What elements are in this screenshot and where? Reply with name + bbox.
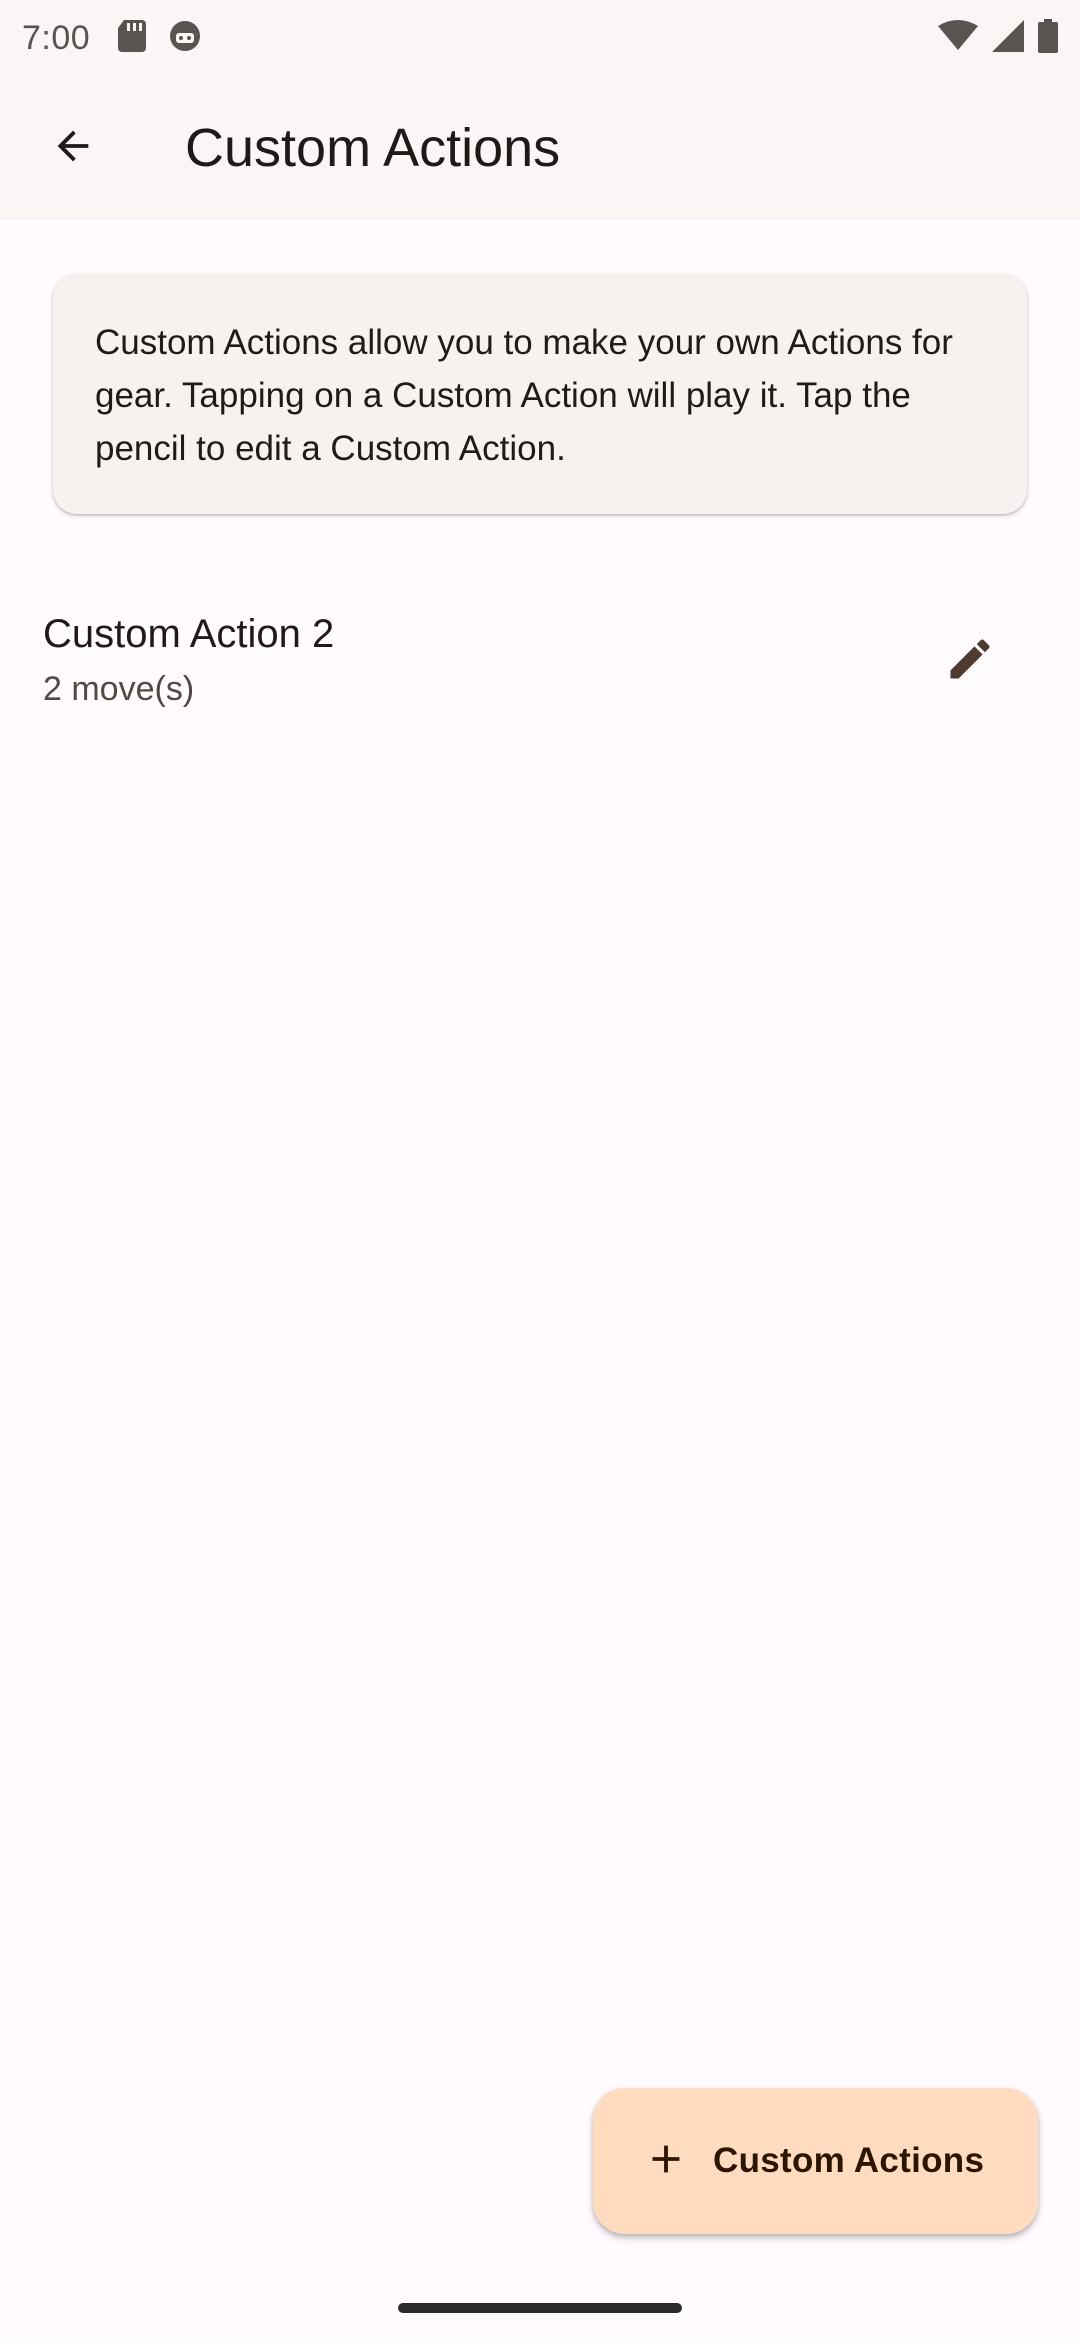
android-debug-icon (168, 19, 202, 58)
status-right-icons (938, 18, 1058, 58)
info-card: Custom Actions allow you to make your ow… (53, 274, 1027, 514)
custom-action-subtitle: 2 move(s) (43, 670, 195, 708)
app-bar: Custom Actions (0, 76, 1080, 220)
cellular-signal-icon (992, 19, 1024, 57)
pencil-edit-icon (944, 633, 996, 690)
page-title: Custom Actions (185, 118, 561, 178)
arrow-back-icon (50, 123, 96, 174)
add-custom-action-button[interactable]: Custom Actions (593, 2088, 1038, 2234)
wifi-icon (938, 19, 978, 57)
back-button[interactable] (25, 100, 121, 196)
status-time: 7:00 (22, 18, 91, 57)
gesture-navigation-handle[interactable] (398, 2303, 682, 2313)
plus-icon (643, 2136, 689, 2187)
status-bar: 7:00 (0, 0, 1080, 76)
status-left-icons (118, 19, 202, 58)
edit-custom-action-button[interactable] (922, 613, 1018, 709)
battery-icon (1038, 18, 1058, 58)
custom-action-texts: Custom Action 2 2 move(s) (43, 609, 334, 713)
custom-action-item[interactable]: Custom Action 2 2 move(s) (0, 585, 1080, 737)
info-text: Custom Actions allow you to make your ow… (95, 323, 953, 468)
sd-card-icon (118, 19, 147, 57)
fab-label: Custom Actions (713, 2141, 985, 2180)
custom-action-title: Custom Action 2 (43, 612, 335, 656)
